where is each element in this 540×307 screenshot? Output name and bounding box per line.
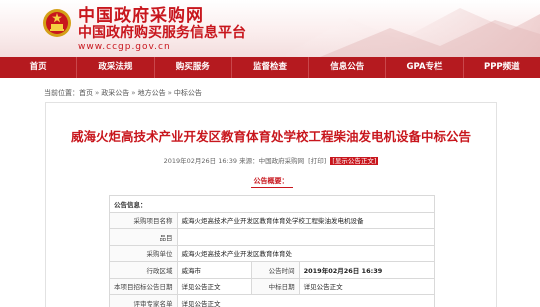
breadcrumb-announcements[interactable]: 政采公告 — [101, 89, 129, 97]
project-name-value: 威海火炬高技术产业开发区教育体育处学校工程柴油发电机设备 — [176, 211, 435, 229]
breadcrumb-separator: » — [95, 89, 100, 97]
article-panel: 威海火炬高技术产业开发区教育体育处学校工程柴油发电机设备中标公告 2019年02… — [45, 102, 497, 307]
announcement-info-table: 公告信息： 采购项目名称 威海火炬高技术产业开发区教育体育处学校工程柴油发电机设… — [109, 195, 436, 307]
table-row: 本项目招标公告日期 详见公告正文 中标日期 详见公告正文 — [109, 277, 436, 295]
nav-item-supervision[interactable]: 监督检查 — [230, 57, 308, 78]
publish-time-value: 2019年02月26日 16:39 — [298, 261, 436, 279]
site-title: 中国政府采购网 — [78, 6, 204, 26]
nav-item-regulations[interactable]: 政采法规 — [76, 57, 153, 78]
summary-label: 公告概要： — [253, 177, 289, 185]
nav-item-home[interactable]: 首页 — [0, 57, 76, 78]
breadcrumb-separator: » — [131, 89, 136, 97]
main-nav: 首页 政采法规 购买服务 监督检查 信息公告 GPA专栏 PPP频道 — [0, 57, 540, 78]
show-body-button[interactable]: [显示公告正文] — [330, 157, 379, 165]
publish-date: 2019年02月26日 16:39 — [163, 157, 237, 165]
buyer-value: 威海火炬高技术产业开发区教育体育处 — [176, 244, 435, 262]
item-label: 品目 — [109, 228, 178, 246]
nav-item-gpa[interactable]: GPA专栏 — [385, 57, 462, 78]
table-row: 采购单位 威海火炬高技术产业开发区教育体育处 — [109, 244, 435, 262]
header-decoration — [280, 8, 540, 57]
print-label: 打印 — [310, 157, 324, 165]
show-body-label: 显示公告正文 — [334, 157, 374, 165]
nav-item-announcements[interactable]: 信息公告 — [308, 57, 385, 78]
buyer-label: 采购单位 — [109, 244, 178, 262]
table-row: 公告信息： — [109, 195, 435, 213]
experts-value: 详见公告正文 — [176, 294, 435, 307]
award-date-label: 中标日期 — [250, 277, 300, 295]
site-subtitle: 中国政府购买服务信息平台 — [78, 25, 246, 41]
bid-date-value: 详见公告正文 — [176, 277, 252, 295]
nav-item-purchase-services[interactable]: 购买服务 — [153, 57, 231, 78]
table-row: 品目 — [109, 228, 435, 246]
breadcrumb-award[interactable]: 中标公告 — [174, 89, 202, 97]
item-value — [176, 228, 435, 246]
nav-item-ppp[interactable]: PPP频道 — [462, 57, 540, 78]
bid-date-label: 本项目招标公告日期 — [109, 277, 178, 295]
article-meta: 2019年02月26日 16:39 来源：中国政府采购网 [打印] [显示公告正… — [46, 155, 496, 165]
award-date-value: 详见公告正文 — [298, 277, 436, 295]
table-row: 行政区域 威海市 公告时间 2019年02月26日 16:39 — [109, 261, 436, 279]
article-title: 威海火炬高技术产业开发区教育体育处学校工程柴油发电机设备中标公告 — [70, 129, 471, 144]
breadcrumb-prefix: 当前位置： — [44, 89, 79, 97]
national-emblem-icon — [43, 9, 71, 37]
region-value: 威海市 — [176, 261, 252, 279]
breadcrumb-home[interactable]: 首页 — [79, 89, 93, 97]
project-name-label: 采购项目名称 — [109, 211, 178, 229]
table-row: 评审专家名单 详见公告正文 — [109, 294, 435, 307]
summary-underline — [251, 187, 293, 188]
publish-time-label: 公告时间 — [250, 261, 300, 279]
table-row: 采购项目名称 威海火炬高技术产业开发区教育体育处学校工程柴油发电机设备 — [109, 211, 435, 229]
breadcrumb: 当前位置：首页» 政采公告» 地方公告» 中标公告 — [44, 88, 202, 98]
breadcrumb-local[interactable]: 地方公告 — [138, 89, 166, 97]
site-header: 中国政府采购网 中国政府购买服务信息平台 www.ccgp.gov.cn — [0, 0, 540, 57]
region-label: 行政区域 — [109, 261, 178, 279]
site-url: www.ccgp.gov.cn — [78, 42, 171, 52]
publish-source: 来源：中国政府采购网 — [239, 157, 305, 165]
print-link[interactable]: [打印] — [308, 157, 326, 165]
breadcrumb-separator: » — [167, 89, 172, 97]
experts-label: 评审专家名单 — [109, 294, 178, 307]
table-section-head: 公告信息： — [109, 195, 435, 213]
